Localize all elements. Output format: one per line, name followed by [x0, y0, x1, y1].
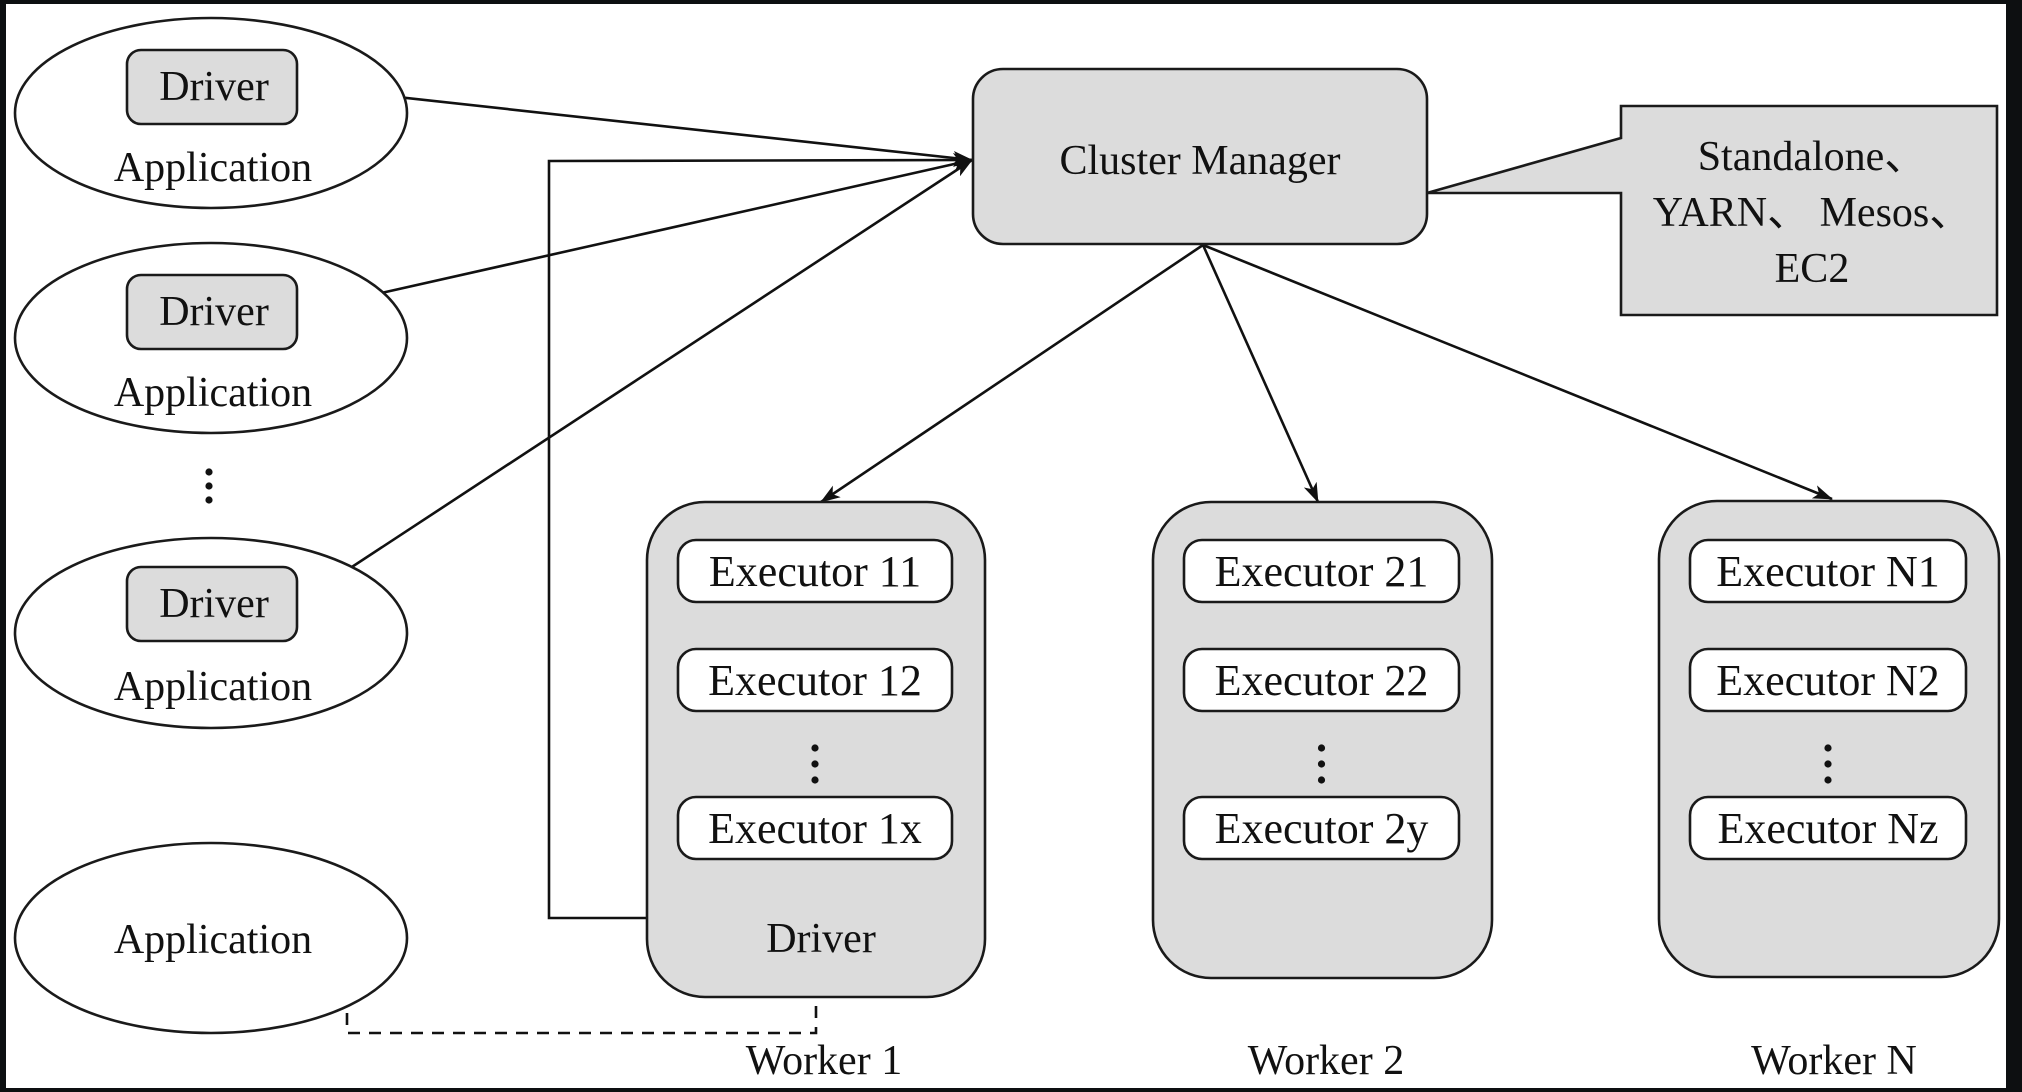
worker-label: Worker 1: [746, 1038, 902, 1084]
ellipsis-dot: [1317, 776, 1326, 784]
driver-label: Driver: [159, 581, 269, 627]
worker-label: Worker 2: [1248, 1038, 1404, 1084]
spark-architecture-diagram: DriverApplicationDriverApplicationDriver…: [6, 4, 2006, 1088]
cluster-manager-label: Cluster Manager: [1059, 138, 1340, 184]
driver-label: Driver: [159, 64, 269, 110]
executor-label: Executor 11: [709, 547, 921, 596]
executor-label: Executor Nz: [1717, 804, 1938, 853]
application-4: Application: [13, 841, 409, 1035]
callout-line-3: EC2: [1775, 246, 1850, 292]
ellipsis-dot: [205, 468, 213, 476]
executor-label: Executor 12: [708, 656, 922, 705]
application-label: Application: [114, 664, 312, 710]
application-2: Driver Application: [13, 241, 409, 435]
application-label: Application: [114, 917, 312, 963]
executor-label: Executor 21: [1215, 547, 1429, 596]
ellipsis-dot: [1317, 744, 1326, 752]
callout-line-1: Standalone、: [1698, 134, 1927, 180]
ellipsis-dot: [205, 496, 213, 504]
ellipsis-dot: [811, 744, 819, 752]
application-3: Driver Application: [13, 536, 409, 730]
worker-driver-label[interactable]: Driver: [766, 916, 876, 962]
worker-1: Executor 11 Executor 12 Executor 1x Driver W…: [645, 500, 987, 1084]
driver-label: Driver: [159, 289, 269, 335]
application-label: Application: [114, 145, 312, 191]
ellipsis-dot: [1824, 760, 1832, 768]
executor-label: Executor N1: [1716, 547, 1940, 596]
ellipsis-dot: [1824, 744, 1832, 752]
executor-label: Executor 2y: [1215, 804, 1429, 853]
application-1: Driver Application: [13, 16, 409, 210]
ellipsis-dot: [1317, 760, 1326, 768]
application-label: Application: [114, 370, 312, 416]
callout-line-2: YARN、 Mesos、: [1653, 190, 1972, 236]
ellipsis-dot: [811, 760, 819, 768]
ellipsis-dot: [205, 482, 213, 490]
ellipsis-dot: [1824, 776, 1832, 784]
executor-label: Executor 22: [1215, 656, 1429, 705]
ellipsis-dot: [811, 776, 819, 784]
executor-label: Executor N2: [1716, 656, 1940, 705]
worker-label: Worker N: [1751, 1038, 1917, 1084]
executor-label: Executor 1x: [708, 804, 922, 853]
